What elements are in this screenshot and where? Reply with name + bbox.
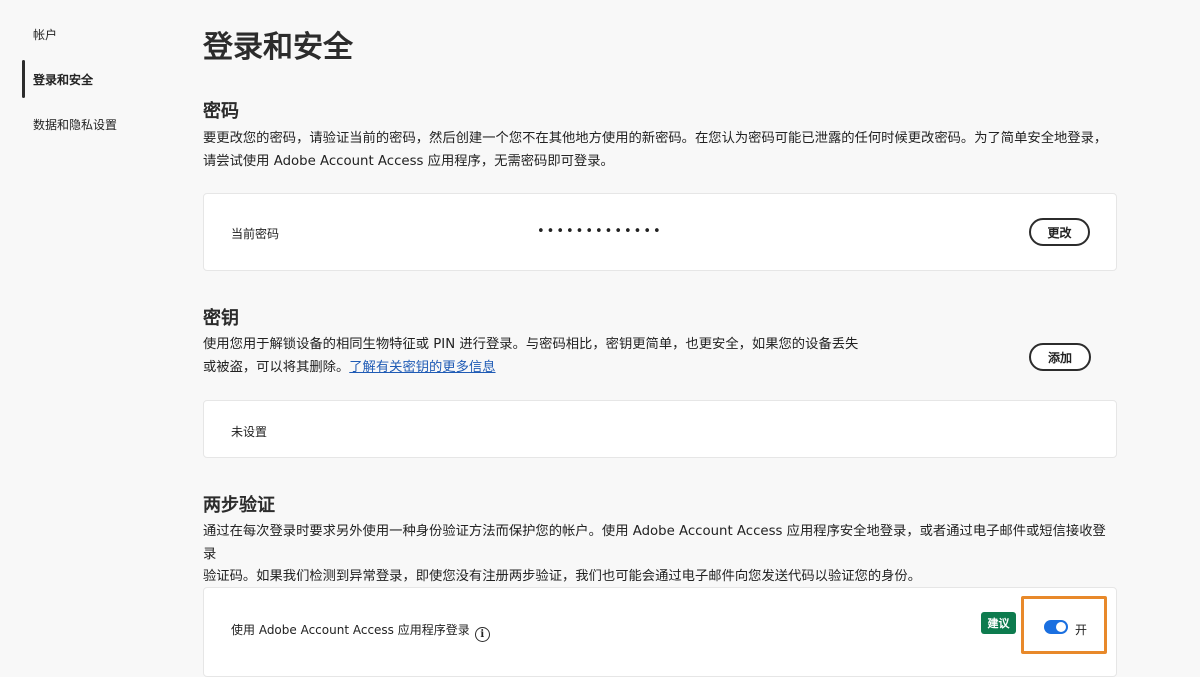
app-login-card: 使用 Adobe Account Access 应用程序登录 i 建议 — [203, 587, 1117, 677]
page-title: 登录和安全 — [203, 30, 353, 65]
sidebar-item-data-privacy[interactable]: 数据和隐私设置 — [22, 105, 172, 143]
two-step-description: 通过在每次登录时要求另外使用一种身份验证方法而保护您的帐户。使用 Adobe A… — [203, 521, 1117, 589]
info-icon[interactable]: i — [474, 627, 490, 642]
sidebar-item-account[interactable]: 帐户 — [22, 15, 172, 53]
app-login-toggle[interactable] — [1044, 620, 1068, 634]
passkey-status-card: 未设置 — [203, 400, 1117, 458]
two-step-desc-line-2: 验证码。如果我们检测到异常登录，即使您没有注册两步验证，我们也可能会通过电子邮件… — [203, 569, 922, 584]
app-login-label-wrap: 使用 Adobe Account Access 应用程序登录 i — [231, 621, 490, 642]
toggle-knob — [1056, 622, 1066, 632]
sidebar: 帐户 登录和安全 数据和隐私设置 — [0, 0, 175, 663]
passkey-status: 未设置 — [231, 425, 268, 439]
current-password-label: 当前密码 — [231, 227, 280, 241]
sidebar-item-label: 数据和隐私设置 — [33, 117, 118, 132]
password-desc-line-1: 要更改您的密码，请验证当前的密码，然后创建一个您不在其他地方使用的新密码。在您认… — [203, 131, 1108, 146]
passkey-description: 使用您用于解锁设备的相同生物特征或 PIN 进行登录。与密码相比，密钥更简单，也… — [203, 334, 883, 379]
passkey-desc-line-1: 使用您用于解锁设备的相同生物特征或 PIN 进行登录。与密码相比，密钥更简单，也… — [203, 337, 859, 352]
passkey-desc-line-2: 或被盗，可以将其删除。 — [203, 359, 350, 375]
password-desc-line-2: 请尝试使用 Adobe Account Access 应用程序，无需密码即可登录… — [203, 153, 614, 169]
password-section-title: 密码 — [203, 101, 239, 122]
recommended-badge: 建议 — [981, 612, 1016, 634]
two-step-desc-line-1: 通过在每次登录时要求另外使用一种身份验证方法而保护您的帐户。使用 Adobe A… — [203, 524, 1106, 562]
password-description: 要更改您的密码，请验证当前的密码，然后创建一个您不在其他地方使用的新密码。在您认… — [203, 128, 1117, 173]
learn-more-passkey-link[interactable]: 了解有关密钥的更多信息 — [349, 360, 495, 375]
add-passkey-button[interactable]: 添加 — [1029, 343, 1091, 371]
change-password-button[interactable]: 更改 — [1029, 218, 1090, 246]
toggle-state-label: 开 — [1075, 623, 1088, 637]
passkey-section-title: 密钥 — [203, 308, 239, 329]
sidebar-item-label: 登录和安全 — [33, 72, 94, 87]
current-password-card: 当前密码 ••••••••••••• 更改 — [203, 193, 1117, 271]
app-login-label: 使用 Adobe Account Access 应用程序登录 — [231, 623, 470, 637]
two-step-section-title: 两步验证 — [203, 495, 275, 516]
masked-password: ••••••••••••• — [537, 224, 663, 239]
sidebar-item-label: 帐户 — [33, 27, 58, 42]
sidebar-item-login-security[interactable]: 登录和安全 — [22, 60, 172, 98]
